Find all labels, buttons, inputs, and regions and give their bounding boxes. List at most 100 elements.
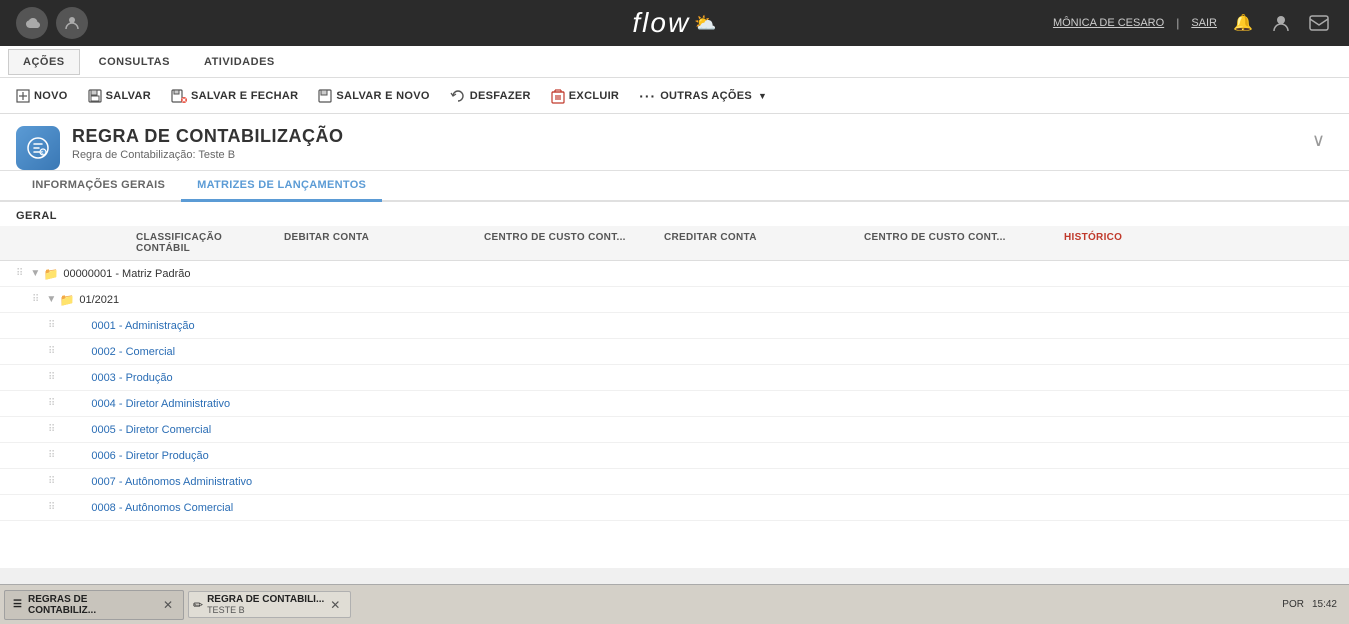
salvar-novo-icon <box>318 89 332 103</box>
svg-text:$: $ <box>41 151 44 157</box>
tab-info-gerais[interactable]: INFORMAÇÕES GERAIS <box>16 171 181 202</box>
salvar-label: SALVAR <box>106 90 151 102</box>
flow-cloud-icon: ⛅ <box>694 13 716 34</box>
folder-parent-icon: 📁 <box>43 266 59 282</box>
top-bar: flow ⛅ MÔNICA DE CESARO | SAIR 🔔 <box>0 0 1349 46</box>
taskbar-por-label: POR <box>1282 599 1304 610</box>
tree-row-periodo[interactable]: ⠿ ▼ 📁 01/2021 <box>0 287 1349 313</box>
tree-table: ⠿ ▼ 📁 00000001 - Matriz Padrão ⠿ ▼ 📁 01/… <box>0 261 1349 521</box>
taskbar-active-text: REGRA DE CONTABILI... TESTE B <box>207 594 324 615</box>
tree-row-0008[interactable]: ⠿ 0008 - Autônomos Comercial <box>0 495 1349 521</box>
drag-handle-8[interactable]: ⠿ <box>48 476 55 487</box>
tree-text-0008[interactable]: 0008 - Autônomos Comercial <box>91 502 233 514</box>
col-header-historico: HISTÓRICO <box>1056 226 1236 260</box>
tree-text-0003[interactable]: 0003 - Produção <box>91 372 172 384</box>
tree-row-0007[interactable]: ⠿ 0007 - Autônomos Administrativo <box>0 469 1349 495</box>
tabs-bar: INFORMAÇÕES GERAIS MATRIZES DE LANÇAMENT… <box>0 171 1349 202</box>
tree-text-0006[interactable]: 0006 - Diretor Produção <box>91 450 208 462</box>
bell-icon[interactable]: 🔔 <box>1229 9 1257 37</box>
salvar-fechar-label: SALVAR E FECHAR <box>191 90 298 102</box>
page-subtitle: Regra de Contabilização: Teste B <box>72 149 344 161</box>
tree-row-matriz[interactable]: ⠿ ▼ 📁 00000001 - Matriz Padrão <box>0 261 1349 287</box>
page-title: REGRA DE CONTABILIZAÇÃO <box>72 126 344 147</box>
col-header-classificacao: CLASSIFICAÇÃO CONTÁBIL <box>16 226 276 260</box>
taskbar-regras-close[interactable]: ✕ <box>161 598 175 612</box>
novo-button[interactable]: NOVO <box>8 86 76 106</box>
taskbar-active-close[interactable]: ✕ <box>328 598 342 612</box>
flow-logo: flow <box>632 7 690 39</box>
mail-icon[interactable] <box>1305 9 1333 37</box>
logo-area: flow ⛅ <box>632 7 716 39</box>
taskbar-active-title: REGRA DE CONTABILI... <box>207 594 324 605</box>
salvar-button[interactable]: SALVAR <box>80 86 159 106</box>
tree-expand-1[interactable]: ▼ <box>43 292 59 308</box>
section-label: GERAL <box>0 202 1349 226</box>
taskbar-active-item[interactable]: ✏ REGRA DE CONTABILI... TESTE B ✕ <box>188 591 351 618</box>
tree-text-0001[interactable]: 0001 - Administração <box>91 320 194 332</box>
drag-handle-4[interactable]: ⠿ <box>48 372 55 383</box>
excluir-button[interactable]: EXCLUIR <box>543 85 627 107</box>
logout-link[interactable]: SAIR <box>1191 17 1217 29</box>
outras-acoes-label: OUTRAS AÇÕES <box>660 90 752 102</box>
drag-handle-6[interactable]: ⠿ <box>48 424 55 435</box>
outras-acoes-chevron: ▼ <box>758 91 767 101</box>
tree-text-periodo: 01/2021 <box>79 294 119 306</box>
table-header: CLASSIFICAÇÃO CONTÁBIL DEBITAR CONTA CEN… <box>0 226 1349 261</box>
tree-text-0005[interactable]: 0005 - Diretor Comercial <box>91 424 211 436</box>
page-header-left: $ REGRA DE CONTABILIZAÇÃO Regra de Conta… <box>16 126 344 170</box>
collapse-button[interactable]: ∨ <box>1304 126 1333 155</box>
nav-atividades[interactable]: ATIVIDADES <box>189 49 290 75</box>
col-header-creditar: CREDITAR CONTA <box>656 226 856 260</box>
nav-consultas[interactable]: CONSULTAS <box>84 49 185 75</box>
desfazer-label: DESFAZER <box>470 90 531 102</box>
salvar-novo-button[interactable]: SALVAR E NOVO <box>310 86 437 106</box>
tree-row-0005[interactable]: ⠿ 0005 - Diretor Comercial <box>0 417 1349 443</box>
user-profile-icon[interactable] <box>1267 9 1295 37</box>
drag-handle[interactable]: ⠿ <box>16 268 23 279</box>
cloud-icon[interactable] <box>16 7 48 39</box>
tree-text-0002[interactable]: 0002 - Comercial <box>91 346 175 358</box>
drag-handle-9[interactable]: ⠿ <box>48 502 55 513</box>
taskbar-active-icon: ✏ <box>193 598 203 612</box>
tree-text-0004[interactable]: 0004 - Diretor Administrativo <box>91 398 230 410</box>
top-bar-icons: 🔔 <box>1229 9 1333 37</box>
taskbar-regras[interactable]: ☰ REGRAS DE CONTABILIZ... ✕ <box>4 590 184 620</box>
tab-matrizes[interactable]: MATRIZES DE LANÇAMENTOS <box>181 171 382 202</box>
drag-handle-3[interactable]: ⠿ <box>48 346 55 357</box>
bottom-taskbar: ☰ REGRAS DE CONTABILIZ... ✕ ✏ REGRA DE C… <box>0 584 1349 624</box>
page-icon: $ <box>16 126 60 170</box>
tree-row-0006[interactable]: ⠿ 0006 - Diretor Produção <box>0 443 1349 469</box>
col-header-centro-creditar: CENTRO DE CUSTO CONT... <box>856 226 1056 260</box>
desfazer-button[interactable]: DESFAZER <box>442 86 539 106</box>
novo-icon <box>16 89 30 103</box>
login-icon[interactable] <box>56 7 88 39</box>
main-content: GERAL CLASSIFICAÇÃO CONTÁBIL DEBITAR CON… <box>0 202 1349 568</box>
folder-icon-periodo: 📁 <box>59 292 75 308</box>
tree-row-0004[interactable]: ⠿ 0004 - Diretor Administrativo <box>0 391 1349 417</box>
drag-handle-1[interactable]: ⠿ <box>32 294 39 305</box>
taskbar-regras-label: REGRAS DE CONTABILIZ... <box>28 594 155 616</box>
drag-handle-5[interactable]: ⠿ <box>48 398 55 409</box>
salvar-fechar-icon <box>171 89 187 103</box>
salvar-novo-label: SALVAR E NOVO <box>336 90 429 102</box>
outras-acoes-button[interactable]: ··· OUTRAS AÇÕES ▼ <box>631 85 775 107</box>
drag-handle-7[interactable]: ⠿ <box>48 450 55 461</box>
col-header-centro-debitar: CENTRO DE CUSTO CONT... <box>476 226 656 260</box>
separator: | <box>1176 16 1179 30</box>
tree-row-0001[interactable]: ⠿ 0001 - Administração <box>0 313 1349 339</box>
tree-text-matriz: 00000001 - Matriz Padrão <box>63 268 190 280</box>
tree-row-0002[interactable]: ⠿ 0002 - Comercial <box>0 339 1349 365</box>
tree-expand-0[interactable]: ▼ <box>27 266 43 282</box>
tree-text-0007[interactable]: 0007 - Autônomos Administrativo <box>91 476 252 488</box>
nav-acoes[interactable]: AÇÕES <box>8 49 80 75</box>
taskbar-regras-icon: ☰ <box>13 599 22 610</box>
top-bar-left <box>16 7 88 39</box>
toolbar: NOVO SALVAR SALVAR E FECHAR SALVAR E NOV… <box>0 78 1349 114</box>
drag-handle-2[interactable]: ⠿ <box>48 320 55 331</box>
user-link[interactable]: MÔNICA DE CESARO <box>1053 17 1164 29</box>
col-header-debitar: DEBITAR CONTA <box>276 226 476 260</box>
tree-row-0003[interactable]: ⠿ 0003 - Produção <box>0 365 1349 391</box>
desfazer-icon <box>450 89 466 103</box>
novo-label: NOVO <box>34 90 68 102</box>
salvar-fechar-button[interactable]: SALVAR E FECHAR <box>163 86 306 106</box>
